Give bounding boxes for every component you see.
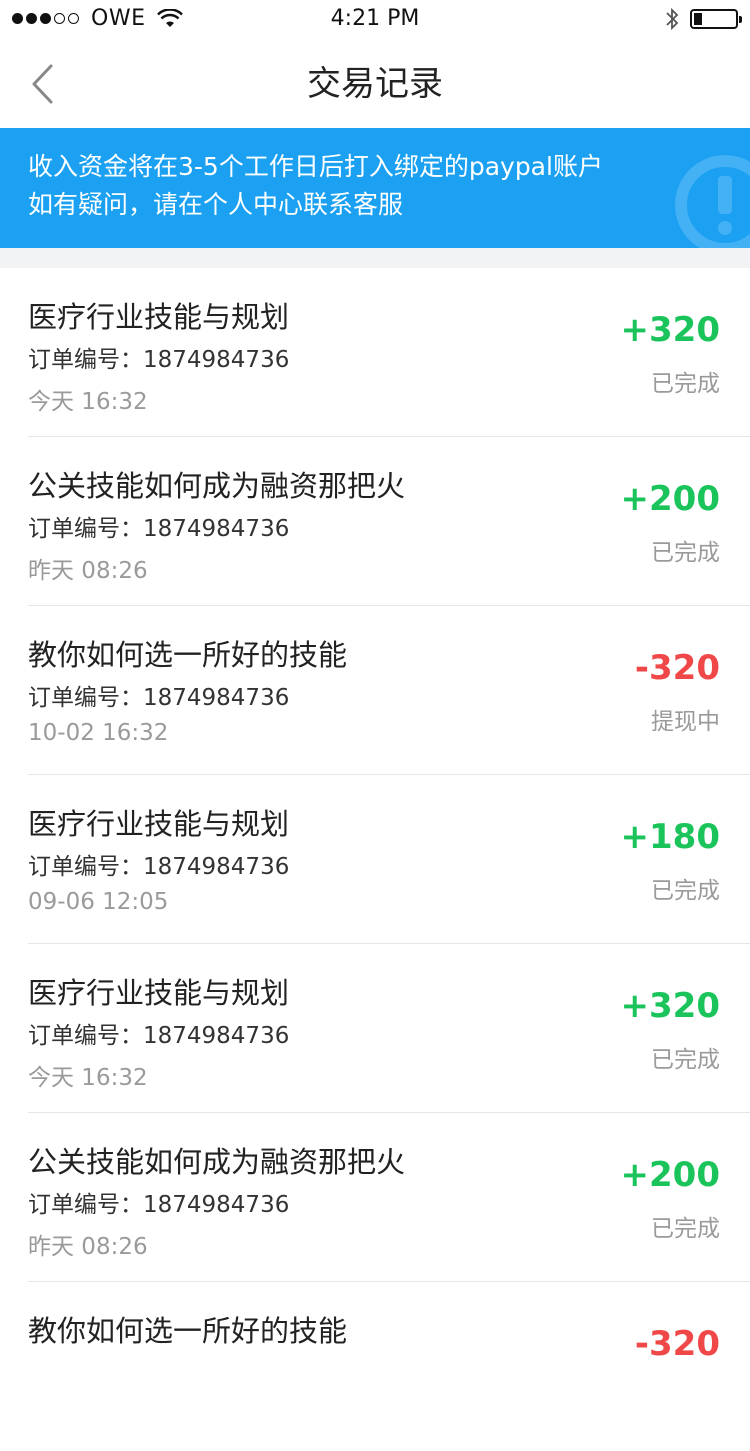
order-label: 订单编号： xyxy=(28,685,143,711)
section-gap xyxy=(0,248,750,268)
transaction-amount: -320 xyxy=(634,1324,720,1364)
order-number: 订单编号：1874984736 xyxy=(28,1016,289,1050)
transaction-amount: -320 xyxy=(634,648,720,688)
exclamation-circle-icon xyxy=(675,155,750,248)
order-label: 订单编号： xyxy=(28,1192,143,1218)
order-value: 1874984736 xyxy=(143,685,290,711)
page-title: 交易记录 xyxy=(307,64,443,104)
order-value: 1874984736 xyxy=(143,347,290,373)
transaction-time: 09-06 12:05 xyxy=(28,889,169,915)
battery-icon xyxy=(690,9,742,29)
order-label: 订单编号： xyxy=(28,1023,143,1049)
transaction-title: 教你如何选一所好的技能 xyxy=(28,638,348,672)
transaction-title: 公关技能如何成为融资那把火 xyxy=(28,1145,406,1179)
transaction-amount: +180 xyxy=(620,817,720,857)
order-value: 1874984736 xyxy=(143,854,290,880)
status-time: 4:21 PM xyxy=(330,6,420,31)
transaction-title: 医疗行业技能与规划 xyxy=(28,807,290,841)
transaction-time: 昨天 08:26 xyxy=(28,1234,148,1260)
nav-bar: 交易记录 xyxy=(0,40,750,128)
transaction-row[interactable]: 医疗行业技能与规划 订单编号：1874984736 09-06 12:05 +1… xyxy=(0,775,750,944)
transaction-row[interactable]: 教你如何选一所好的技能 订单编号：1874984736 10-02 16:32 … xyxy=(0,606,750,775)
order-number: 订单编号：1874984736 xyxy=(28,678,289,712)
transaction-row[interactable]: 公关技能如何成为融资那把火 订单编号：1874984736 昨天 08:26 +… xyxy=(0,437,750,606)
order-label: 订单编号： xyxy=(28,854,143,880)
transaction-row[interactable]: 医疗行业技能与规划 订单编号：1874984736 今天 16:32 +320 … xyxy=(0,944,750,1113)
transaction-time: 今天 16:32 xyxy=(28,389,148,415)
notice-banner: 收入资金将在3-5个工作日后打入绑定的paypal账户 如有疑问，请在个人中心联… xyxy=(0,128,750,248)
transaction-status: 已完成 xyxy=(651,371,720,397)
transaction-row[interactable]: 医疗行业技能与规划 订单编号：1874984736 今天 16:32 +320 … xyxy=(0,268,750,437)
transaction-time: 今天 16:32 xyxy=(28,1065,148,1091)
transaction-title: 教你如何选一所好的技能 xyxy=(28,1314,348,1348)
order-label: 订单编号： xyxy=(28,516,143,542)
transaction-status: 已完成 xyxy=(651,878,720,904)
transaction-title: 医疗行业技能与规划 xyxy=(28,976,290,1010)
order-value: 1874984736 xyxy=(143,1023,290,1049)
transaction-status: 已完成 xyxy=(651,1047,720,1073)
transaction-status: 已完成 xyxy=(651,540,720,566)
notice-line-1: 收入资金将在3-5个工作日后打入绑定的paypal账户 xyxy=(28,152,603,181)
transaction-amount: +320 xyxy=(620,310,720,350)
transaction-status: 已完成 xyxy=(651,1216,720,1242)
transaction-amount: +200 xyxy=(620,479,720,519)
transaction-time: 昨天 08:26 xyxy=(28,558,148,584)
transaction-title: 公关技能如何成为融资那把火 xyxy=(28,469,406,503)
notice-text: 收入资金将在3-5个工作日后打入绑定的paypal账户 如有疑问，请在个人中心联… xyxy=(28,148,603,224)
transaction-status: 提现中 xyxy=(651,709,720,735)
order-value: 1874984736 xyxy=(143,1192,290,1218)
order-label: 订单编号： xyxy=(28,347,143,373)
transaction-amount: +200 xyxy=(620,1155,720,1195)
status-bar: OWE 4:21 PM xyxy=(0,0,750,40)
order-number: 订单编号：1874984736 xyxy=(28,509,289,543)
transaction-list: 医疗行业技能与规划 订单编号：1874984736 今天 16:32 +320 … xyxy=(0,268,750,1451)
order-value: 1874984736 xyxy=(143,516,290,542)
order-number: 订单编号：1874984736 xyxy=(28,340,289,374)
order-number: 订单编号：1874984736 xyxy=(28,1185,289,1219)
transaction-title: 医疗行业技能与规划 xyxy=(28,300,290,334)
notice-line-2: 如有疑问，请在个人中心联系客服 xyxy=(28,190,404,219)
bluetooth-icon xyxy=(666,7,679,31)
transaction-row[interactable]: 教你如何选一所好的技能 -320 xyxy=(0,1282,750,1451)
transaction-amount: +320 xyxy=(620,986,720,1026)
transaction-row[interactable]: 公关技能如何成为融资那把火 订单编号：1874984736 昨天 08:26 +… xyxy=(0,1113,750,1282)
order-number: 订单编号：1874984736 xyxy=(28,847,289,881)
transaction-time: 10-02 16:32 xyxy=(28,720,169,746)
status-right xyxy=(664,6,742,32)
